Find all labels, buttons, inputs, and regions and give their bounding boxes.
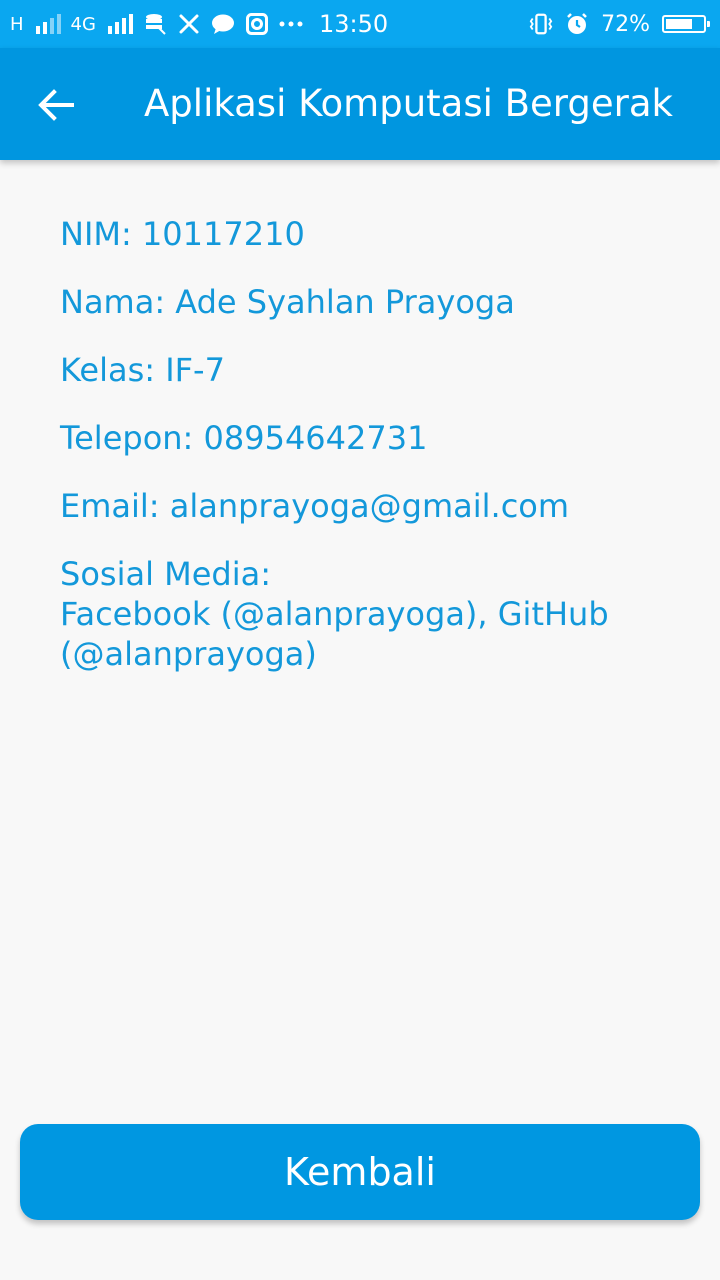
signal-icon (35, 14, 61, 34)
signal-4g-icon (107, 14, 133, 34)
tools-icon (177, 12, 201, 36)
network-type-4g: 4G (70, 13, 96, 35)
chat-icon (211, 12, 235, 36)
nim-text: NIM: 10117210 (60, 215, 305, 253)
profile-content: NIM: 10117210 Nama: Ade Syahlan Prayoga … (60, 214, 680, 674)
email-text: Email: alanprayoga@gmail.com (60, 487, 570, 525)
alarm-icon (565, 12, 589, 36)
instagram-icon (245, 12, 269, 36)
kembali-button[interactable]: Kembali (20, 1124, 700, 1220)
arrow-left-icon (38, 89, 74, 121)
social-media-block: Sosial Media: Facebook (@alanprayoga), G… (60, 554, 680, 674)
social-media-value: Facebook (@alanprayoga), GitHub (@alanpr… (60, 595, 609, 673)
status-right-group: 72% (529, 0, 710, 48)
vibrate-icon (529, 12, 553, 36)
network-type-h: H (10, 13, 24, 35)
nama-text: Nama: Ade Syahlan Prayoga (60, 283, 515, 321)
back-button[interactable] (24, 78, 88, 132)
kelas-text: Kelas: IF-7 (60, 351, 225, 389)
battery-fill (666, 19, 692, 29)
telepon-text: Telepon: 08954642731 (60, 419, 428, 457)
social-media-label: Sosial Media: (60, 555, 272, 593)
storage-icon (143, 12, 167, 36)
more-icon (279, 12, 303, 36)
status-left-group: H 4G 13:50 (10, 0, 388, 48)
status-bar: H 4G 13:50 72% (0, 0, 720, 48)
battery-percent: 72% (601, 11, 650, 37)
page-title: Aplikasi Komputasi Bergerak (144, 82, 673, 125)
battery-icon (662, 15, 710, 33)
status-time: 13:50 (318, 10, 389, 38)
app-bar: Aplikasi Komputasi Bergerak (0, 48, 720, 160)
